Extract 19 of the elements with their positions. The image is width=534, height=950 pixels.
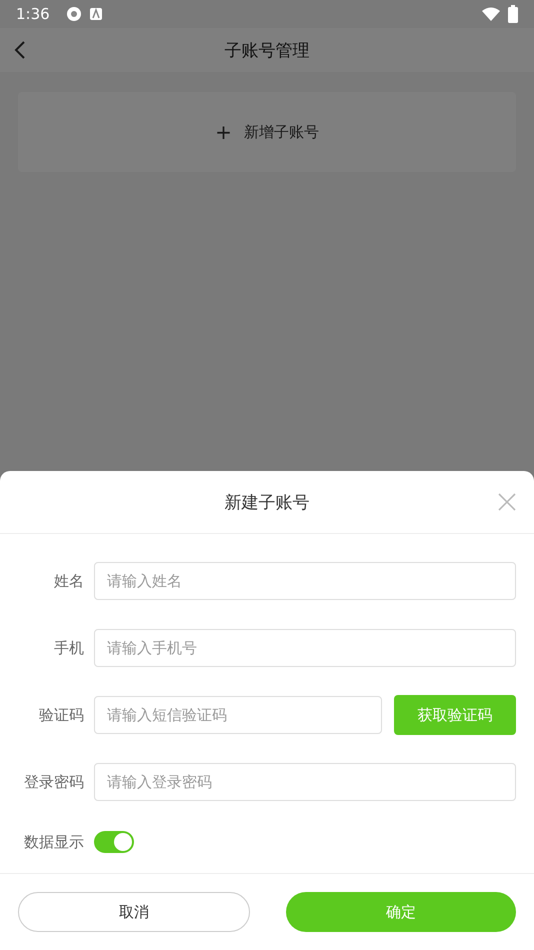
toggle-switch[interactable] <box>94 831 134 853</box>
field-label: 手机 <box>53 638 84 658</box>
status-time: 1:36 <box>16 5 50 23</box>
wifi-icon <box>482 7 500 21</box>
field-label: 验证码 <box>38 706 84 724</box>
dialog-title: 新建子账号 <box>224 492 310 514</box>
cancel-button[interactable]: 取消 <box>18 892 250 932</box>
battery-icon <box>508 5 518 23</box>
input-field[interactable]: 请输入短信验证码 <box>94 696 382 734</box>
field-label: 登录密码 <box>23 772 84 792</box>
back-icon[interactable] <box>14 41 26 59</box>
toggle-label: 数据显示 <box>23 832 84 852</box>
add-subaccount-button[interactable]: + 新增子账号 <box>18 92 516 172</box>
input-field[interactable]: 请输入手机号 <box>94 629 516 667</box>
input-field[interactable]: 请输入姓名 <box>94 562 516 600</box>
close-icon[interactable] <box>498 493 516 511</box>
field-label: 姓名 <box>53 572 84 590</box>
page-title: 子账号管理 <box>224 40 310 62</box>
input-field[interactable]: 请输入登录密码 <box>94 763 516 801</box>
